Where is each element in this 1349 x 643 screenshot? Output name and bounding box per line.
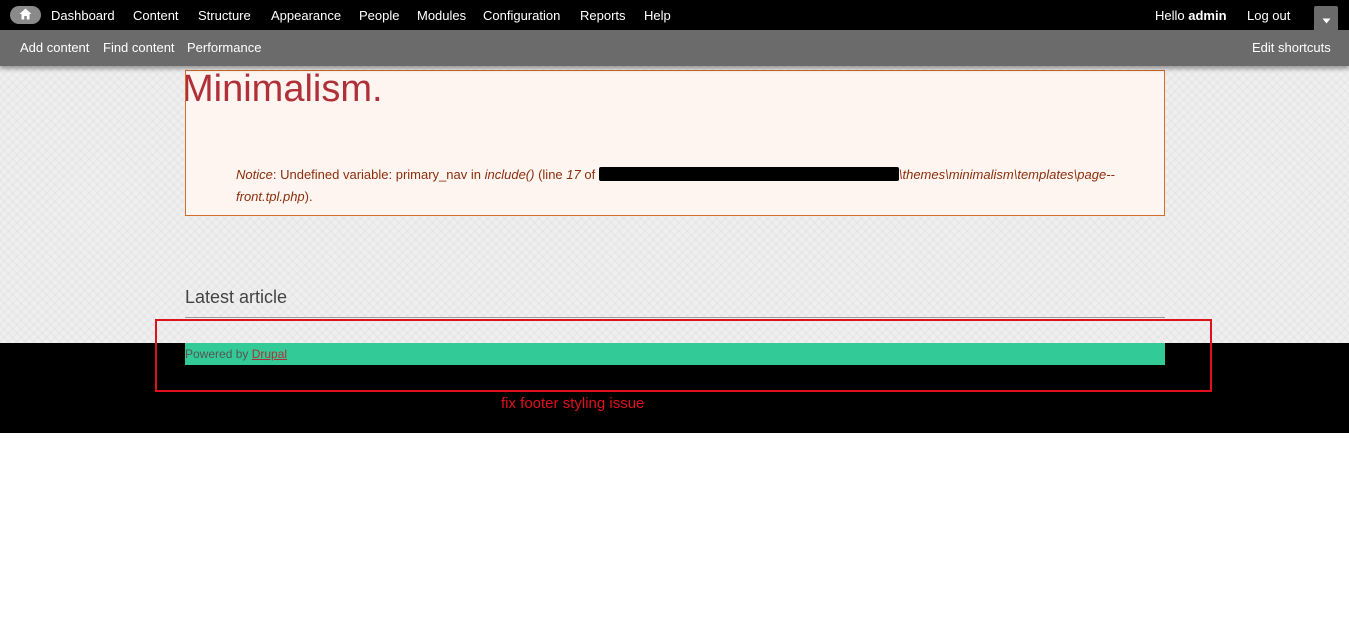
- menu-appearance[interactable]: Appearance: [271, 8, 341, 23]
- notice-text: Undefined variable: primary_nav in: [280, 167, 481, 182]
- home-icon: [19, 8, 32, 23]
- menu-people[interactable]: People: [359, 8, 399, 23]
- menu-help[interactable]: Help: [644, 8, 671, 23]
- menu-content[interactable]: Content: [133, 8, 179, 23]
- menu-reports[interactable]: Reports: [580, 8, 626, 23]
- menu-configuration[interactable]: Configuration: [483, 8, 560, 23]
- menu-dashboard[interactable]: Dashboard: [51, 8, 115, 23]
- edit-shortcuts-link[interactable]: Edit shortcuts: [1252, 40, 1331, 55]
- section-divider: [185, 317, 1165, 318]
- latest-article-heading: Latest article: [185, 287, 288, 307]
- greeting-prefix: Hello: [1155, 8, 1185, 23]
- shortcuts-toggle-button[interactable]: [1314, 6, 1338, 32]
- shortcuts-bar: Add content Find content Performance Edi…: [0, 30, 1349, 66]
- annotation-label: fix footer styling issue: [501, 395, 645, 412]
- notice-function: include(): [484, 167, 535, 182]
- site-title[interactable]: Minimalism.: [186, 71, 383, 111]
- menu-modules[interactable]: Modules: [417, 8, 466, 23]
- footer-region: Powered by Drupal: [185, 343, 1165, 365]
- redacted-path: [598, 167, 899, 181]
- user-name-link[interactable]: admin: [1188, 8, 1226, 23]
- menu-structure[interactable]: Structure: [198, 8, 251, 23]
- error-message-box: Minimalism. Notice: Undefined variable: …: [185, 70, 1165, 216]
- notice-line-number: 17: [566, 167, 581, 182]
- notice-closing: ).: [304, 189, 313, 204]
- notice-message: Notice: Undefined variable: primary_nav …: [236, 167, 1115, 204]
- page-body: Minimalism. Notice: Undefined variable: …: [0, 30, 1349, 343]
- shortcut-performance[interactable]: Performance: [187, 40, 261, 55]
- home-button[interactable]: [10, 6, 41, 24]
- notice-of: of: [584, 167, 596, 182]
- user-greeting: Hello admin: [1155, 8, 1227, 23]
- notice-type: Notice: [236, 167, 273, 182]
- shortcut-add-content[interactable]: Add content: [20, 40, 89, 55]
- admin-toolbar: Dashboard Content Structure Appearance P…: [0, 0, 1349, 32]
- notice-line-prefix: (line: [538, 167, 563, 182]
- footer: Powered by Drupal: [0, 343, 1349, 433]
- powered-by-text: Powered by: [185, 347, 249, 361]
- chevron-down-icon: [1322, 12, 1331, 27]
- logout-link[interactable]: Log out: [1247, 8, 1290, 23]
- drupal-link[interactable]: Drupal: [252, 347, 287, 361]
- shortcut-find-content[interactable]: Find content: [103, 40, 175, 55]
